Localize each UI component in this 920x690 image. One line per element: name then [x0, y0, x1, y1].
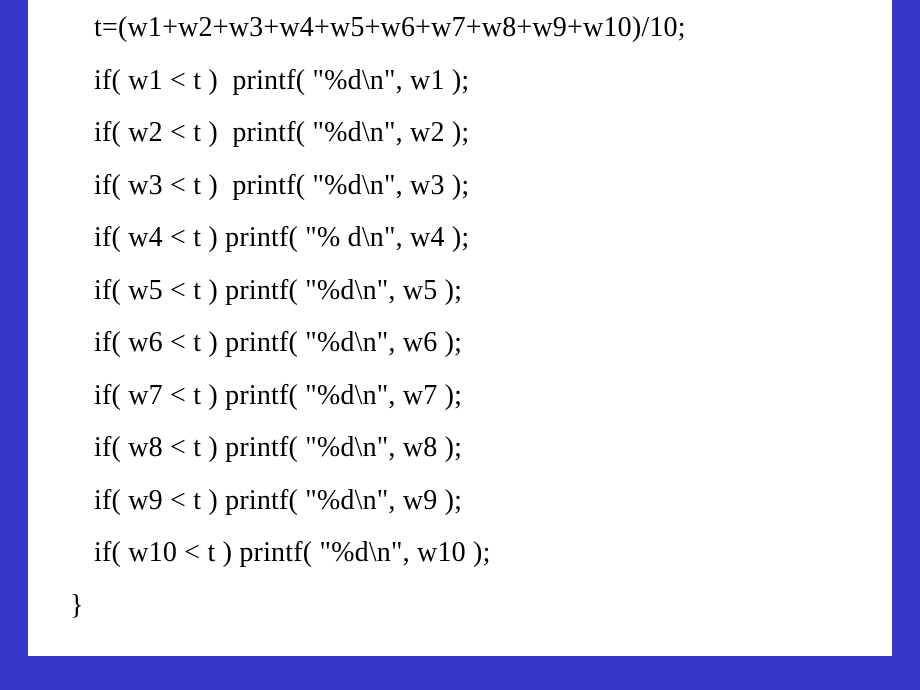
code-line: if( w5 < t ) printf( "%d\n", w5 ); — [70, 277, 892, 305]
code-line: if( w10 < t ) printf( "%d\n", w10 ); — [70, 539, 892, 567]
code-line: if( w3 < t ) printf( "%d\n", w3 ); — [70, 172, 892, 200]
code-line: if( w7 < t ) printf( "%d\n", w7 ); — [70, 382, 892, 410]
code-line: if( w1 < t ) printf( "%d\n", w1 ); — [70, 67, 892, 95]
code-line: if( w4 < t ) printf( "% d\n", w4 ); — [70, 224, 892, 252]
code-line: if( w2 < t ) printf( "%d\n", w2 ); — [70, 119, 892, 147]
code-line-close-brace: } — [70, 592, 892, 620]
slide-content: t=(w1+w2+w3+w4+w5+w6+w7+w8+w9+w10)/10; i… — [28, 0, 892, 656]
code-line: if( w8 < t ) printf( "%d\n", w8 ); — [70, 434, 892, 462]
code-line: if( w6 < t ) printf( "%d\n", w6 ); — [70, 329, 892, 357]
code-line: if( w9 < t ) printf( "%d\n", w9 ); — [70, 487, 892, 515]
code-line: t=(w1+w2+w3+w4+w5+w6+w7+w8+w9+w10)/10; — [70, 14, 892, 42]
